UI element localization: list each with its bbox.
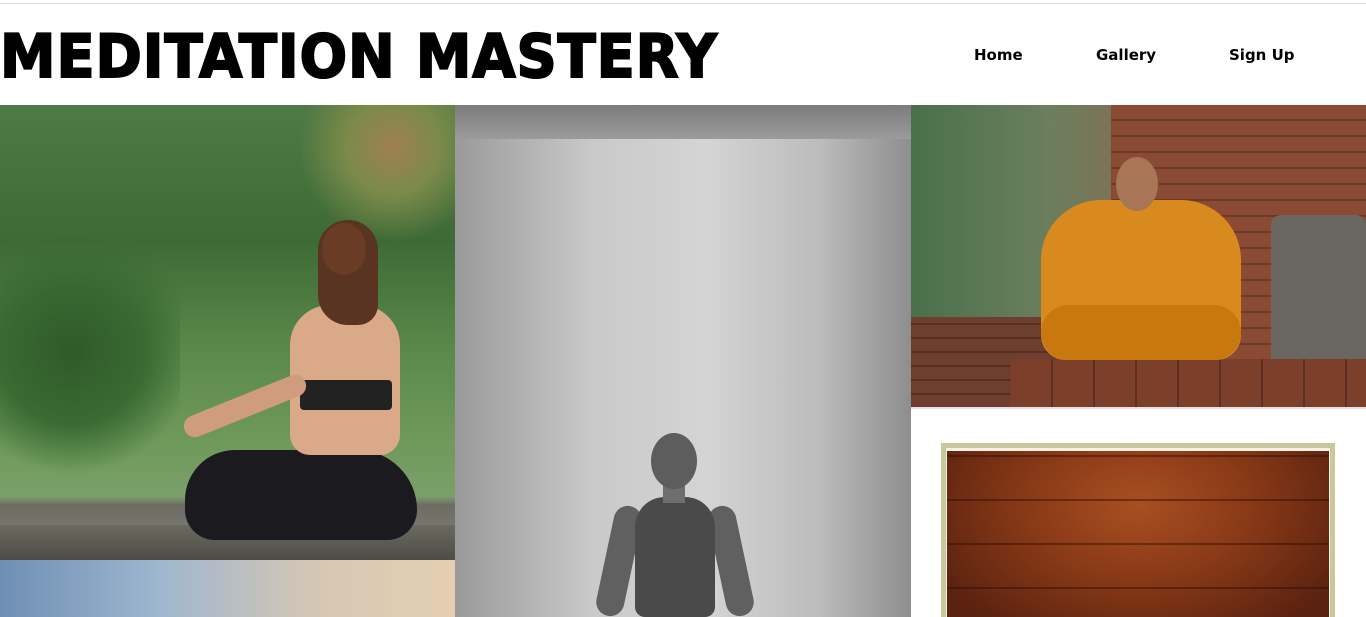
nav-home-link[interactable]: Home xyxy=(974,46,1023,64)
main-nav: Home Gallery Sign Up xyxy=(0,46,1366,66)
gallery-image-bw-meditation[interactable] xyxy=(455,105,911,617)
nav-sign-up-link[interactable]: Sign Up xyxy=(1229,46,1295,64)
site-header: MEDITATION MASTERY Home Gallery Sign Up xyxy=(0,4,1366,105)
gallery-image-framed-wood[interactable] xyxy=(911,407,1366,617)
gallery-image-monk[interactable] xyxy=(911,105,1366,407)
gallery-image-forest-meditation[interactable] xyxy=(0,105,455,560)
gallery-image-sky[interactable] xyxy=(0,560,455,617)
nav-gallery-link[interactable]: Gallery xyxy=(1096,46,1156,64)
